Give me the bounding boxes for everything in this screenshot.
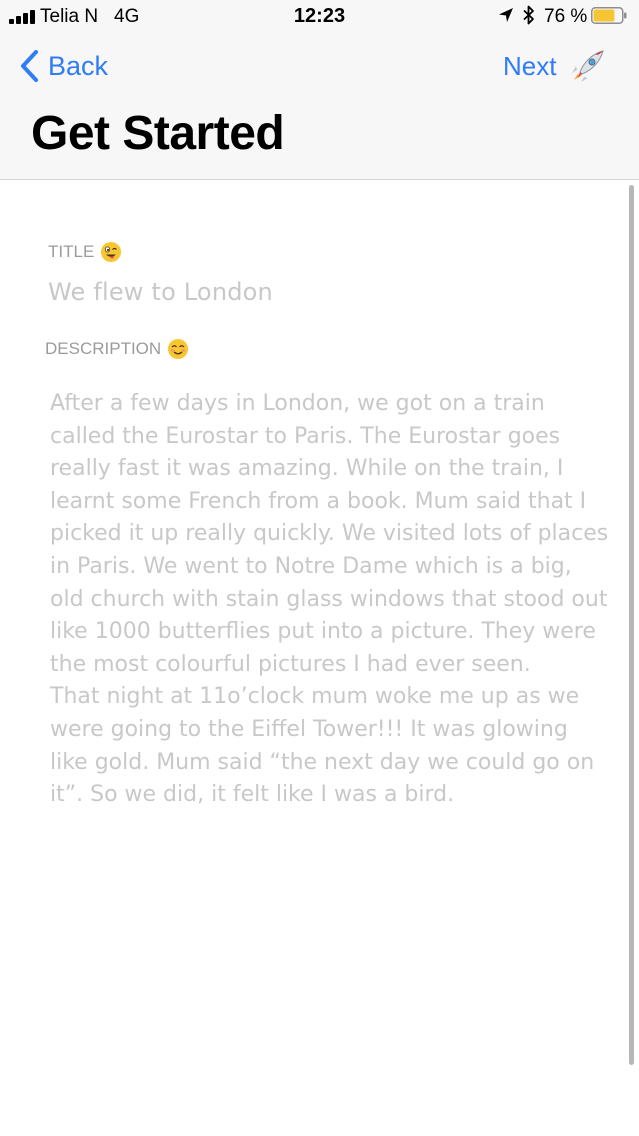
- scrollbar[interactable]: [629, 185, 634, 1065]
- page-title: Get Started: [31, 107, 285, 160]
- battery-icon: [591, 7, 627, 24]
- title-input[interactable]: We flew to London: [48, 278, 608, 306]
- title-label: TITLE: [48, 241, 122, 263]
- location-icon: [499, 8, 513, 22]
- title-label-text: TITLE: [48, 242, 95, 261]
- status-bar: Telia N 4G 12:23 76 %: [0, 0, 639, 34]
- battery-percent: 76 %: [544, 6, 588, 27]
- smiling-face-emoji-icon: [168, 339, 189, 359]
- chevron-left-icon: [21, 50, 38, 82]
- bluetooth-icon: [523, 5, 534, 25]
- app-screen: Telia N 4G 12:23 76 % Back Next Get Star…: [0, 0, 639, 1136]
- description-label: DESCRIPTION: [45, 338, 189, 360]
- next-label: Next: [503, 50, 557, 81]
- description-label-text: DESCRIPTION: [45, 339, 162, 358]
- back-button[interactable]: Back: [18, 46, 108, 86]
- next-button[interactable]: Next: [503, 46, 606, 86]
- description-input[interactable]: After a few days in London, we got on a …: [50, 388, 610, 812]
- header: Telia N 4G 12:23 76 % Back Next Get Star…: [0, 0, 639, 180]
- winking-tongue-emoji-icon: [101, 242, 122, 262]
- form-content[interactable]: TITLE We flew to London DESCRIPTION Afte…: [0, 180, 639, 1136]
- back-label: Back: [48, 50, 109, 81]
- rocket-icon: [572, 50, 605, 82]
